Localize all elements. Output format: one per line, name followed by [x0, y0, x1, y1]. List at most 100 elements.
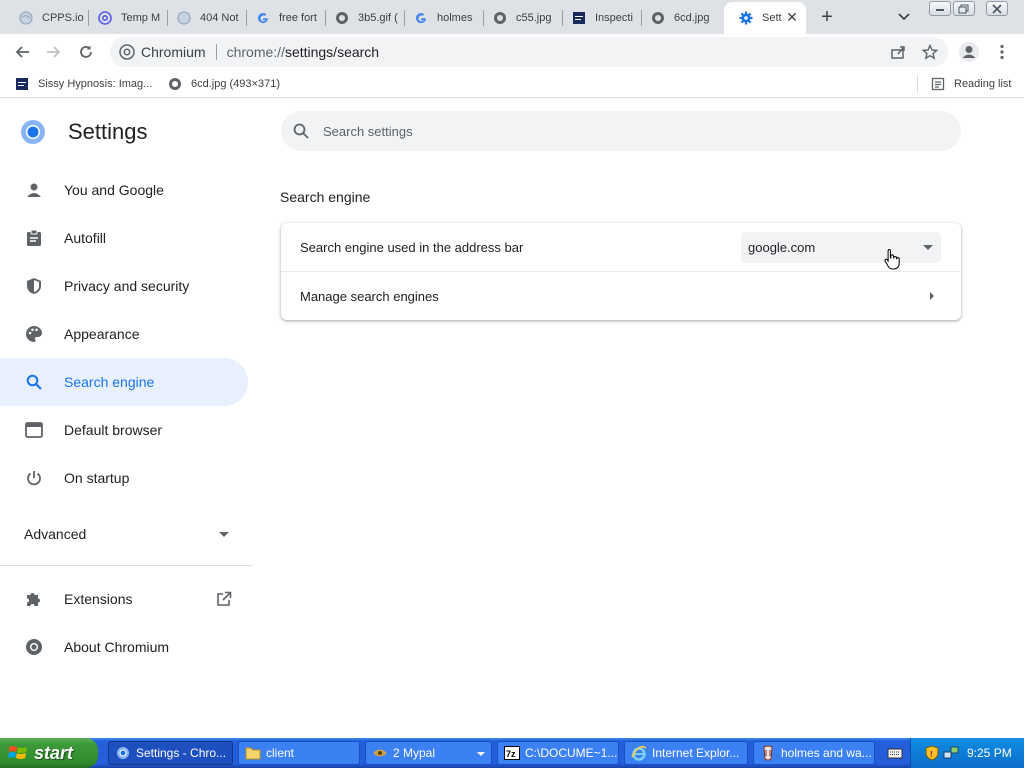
taskbar-item[interactable]: 7z C:\DOCUME~1...: [497, 741, 619, 765]
mypal-icon: [372, 745, 388, 761]
chromium-icon: [24, 637, 44, 657]
menu-kebab-icon[interactable]: [990, 40, 1014, 64]
tab-title: 3b5.gif (: [358, 12, 398, 24]
sidebar-item-label: About Chromium: [64, 639, 170, 655]
sidebar-item-about[interactable]: About Chromium: [0, 623, 248, 671]
tab[interactable]: 404 Not: [162, 4, 246, 32]
address-bar[interactable]: Chromium chrome://settings/search: [110, 37, 948, 67]
taskbar-item-label: Settings - Chro...: [136, 746, 227, 760]
tab[interactable]: Temp M: [83, 4, 167, 32]
security-shield-icon[interactable]: !: [925, 745, 939, 761]
tab[interactable]: free fort: [241, 4, 325, 32]
search-engine-row: Search engine used in the address bar go…: [281, 223, 961, 271]
profile-avatar-icon[interactable]: [957, 40, 981, 64]
start-label: start: [34, 742, 74, 763]
bookmark-label: Sissy Hypnosis: Imag...: [38, 78, 153, 90]
taskbar-item[interactable]: 2 Mypal: [365, 741, 492, 765]
reading-list-label: Reading list: [954, 78, 1012, 90]
tab[interactable]: Inspecti: [557, 4, 641, 32]
forward-icon[interactable]: [42, 40, 66, 64]
reading-list-button[interactable]: Reading list: [930, 76, 1011, 92]
back-icon[interactable]: [10, 40, 34, 64]
clipboard-icon: [24, 228, 44, 248]
sidebar-item-search-engine[interactable]: Search engine: [0, 358, 248, 406]
page-title: Settings: [68, 119, 148, 144]
settings-header: Settings: [20, 119, 148, 145]
sidebar-item-label: On startup: [64, 470, 130, 486]
tab-search-chevron-icon[interactable]: [894, 7, 914, 27]
puzzle-icon: [24, 589, 44, 609]
tab-title: holmes: [437, 12, 473, 24]
tab[interactable]: 3b5.gif (: [320, 4, 404, 32]
toolbar: Chromium chrome://settings/search: [0, 34, 1024, 70]
url-text: chrome://settings/search: [227, 44, 380, 60]
sidebar-item-label: Autofill: [64, 230, 107, 246]
chromium-icon: [119, 44, 135, 60]
sidebar-item-autofill[interactable]: Autofill: [0, 214, 248, 262]
taskbar-item-label: 2 Mypal: [393, 746, 436, 760]
reload-icon[interactable]: [74, 40, 98, 64]
site-info-chip[interactable]: Chromium: [110, 44, 206, 60]
tab-strip: CPPS.io Temp M 404 Not free fort 3b5.gif…: [0, 0, 1024, 34]
browser-icon: [24, 420, 44, 440]
app-icon: [760, 745, 776, 761]
bookmarks-bar: Sissy Hypnosis: Imag... 6cd.jpg (493×371…: [0, 70, 1024, 98]
globe-icon: [18, 10, 34, 26]
tab-title: 404 Not: [200, 12, 239, 24]
open-in-new-icon: [214, 589, 234, 609]
bookmark-label: 6cd.jpg (493×371): [191, 78, 280, 90]
bookmark-item[interactable]: 6cd.jpg (493×371): [167, 76, 280, 92]
manage-search-engines-row[interactable]: Manage search engines: [281, 272, 961, 320]
person-icon: [24, 180, 44, 200]
sidebar-item-label: Extensions: [64, 591, 133, 607]
search-engine-row-label: Search engine used in the address bar: [300, 239, 524, 255]
bookmark-star-icon[interactable]: [918, 40, 942, 64]
taskbar-item[interactable]: Settings - Chro...: [108, 741, 233, 765]
minimize-button[interactable]: [929, 1, 951, 16]
sidebar-item-appearance[interactable]: Appearance: [0, 310, 248, 358]
taskbar-item[interactable]: client: [238, 741, 360, 765]
tab[interactable]: c55.jpg: [478, 4, 562, 32]
chevron-down-icon: [219, 532, 229, 537]
taskbar-item[interactable]: Internet Explor...: [624, 741, 748, 765]
close-icon[interactable]: ✕: [784, 9, 800, 25]
tab[interactable]: holmes: [399, 4, 483, 32]
group-dropdown-icon: [477, 752, 485, 756]
close-window-button[interactable]: [986, 1, 1008, 16]
sidebar-item-on-startup[interactable]: On startup: [0, 454, 248, 502]
network-icon[interactable]: [943, 745, 959, 761]
start-button[interactable]: start: [0, 738, 98, 768]
sidebar-item-extensions[interactable]: Extensions: [0, 575, 248, 623]
keyboard-icon[interactable]: [887, 745, 903, 761]
search-engine-select[interactable]: google.com: [741, 232, 941, 263]
search-icon: [293, 123, 309, 139]
globe-icon: [650, 10, 666, 26]
restore-button[interactable]: [953, 1, 975, 16]
new-tab-button[interactable]: +: [814, 5, 840, 29]
google-icon: [255, 10, 271, 26]
sidebar-item-you-and-google[interactable]: You and Google: [0, 166, 248, 214]
google-icon: [413, 10, 429, 26]
share-icon[interactable]: [886, 40, 910, 64]
tab-active[interactable]: Setti ✕: [724, 2, 806, 34]
search-settings-field[interactable]: [281, 111, 961, 151]
taskbar-item[interactable]: holmes and wa...: [753, 741, 875, 765]
sidebar-item-privacy[interactable]: Privacy and security: [0, 262, 248, 310]
globe-icon: [167, 76, 183, 92]
svg-text:!: !: [930, 750, 933, 759]
tab-title: CPPS.io: [42, 12, 84, 24]
url-path: settings/search: [284, 44, 380, 60]
search-settings-input[interactable]: [323, 123, 923, 139]
sidebar-item-label: Appearance: [64, 326, 140, 342]
sidebar-item-label: Privacy and security: [64, 278, 190, 294]
power-icon: [24, 468, 44, 488]
sidebar-item-default-browser[interactable]: Default browser: [0, 406, 248, 454]
sidebar-advanced-toggle[interactable]: Advanced: [0, 510, 248, 558]
folder-icon: [245, 745, 261, 761]
taskbar: start Settings - Chro... client 2 Mypal …: [0, 738, 1024, 768]
bookmark-item[interactable]: Sissy Hypnosis: Imag...: [14, 76, 152, 92]
dropdown-arrow-icon: [923, 245, 933, 250]
tab[interactable]: CPPS.io: [4, 4, 88, 32]
tab-title: Inspecti: [595, 12, 633, 24]
tab[interactable]: 6cd.jpg: [636, 4, 720, 32]
